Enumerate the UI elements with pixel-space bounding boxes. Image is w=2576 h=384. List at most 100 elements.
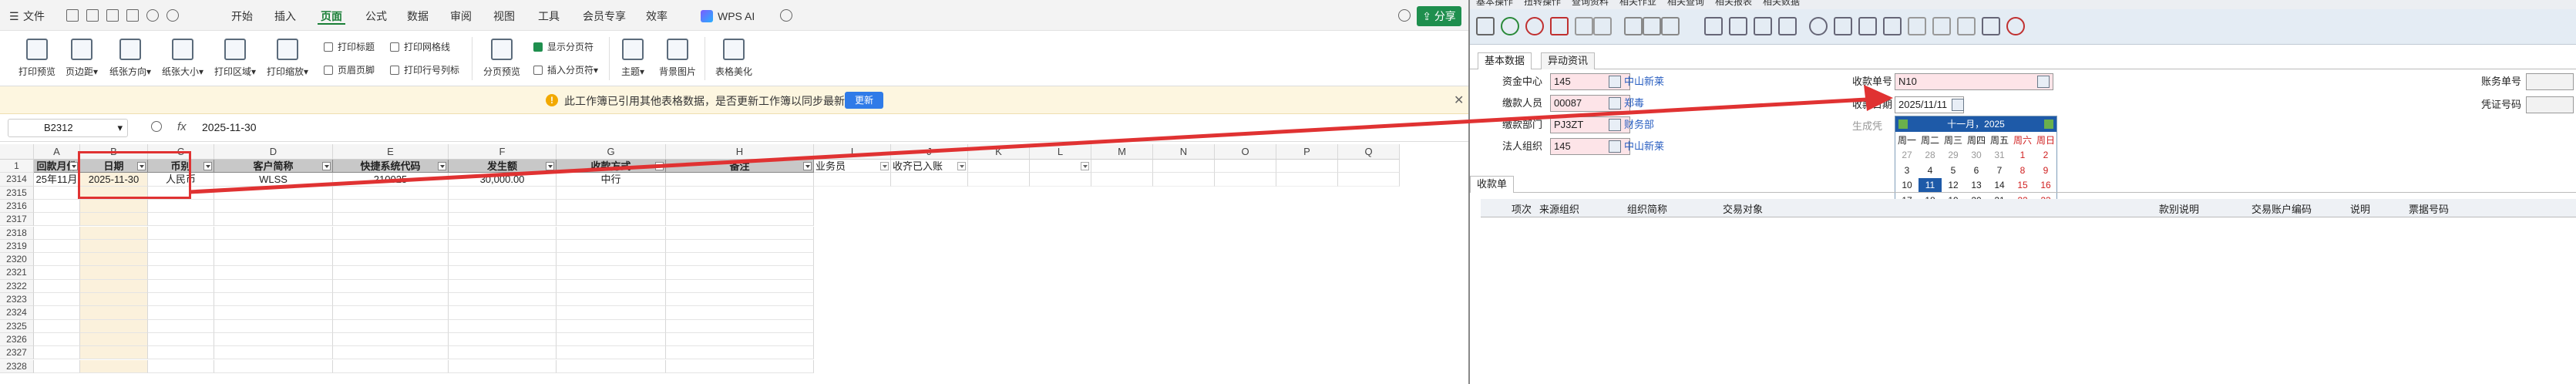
menu-tab[interactable]: 会员专享 <box>580 8 629 25</box>
row-header[interactable]: 2320 <box>0 253 34 267</box>
column-header[interactable]: H <box>666 144 814 160</box>
table-cell[interactable] <box>34 293 80 307</box>
pen-icon[interactable] <box>1575 17 1593 35</box>
delete-icon[interactable] <box>1550 17 1569 35</box>
legal-org-lookup-icon[interactable] <box>1609 140 1621 153</box>
column-header[interactable]: A <box>34 144 80 160</box>
filter-dropdown-icon[interactable] <box>546 162 554 170</box>
table-cell[interactable] <box>34 186 80 200</box>
confirm-icon[interactable] <box>1501 17 1519 35</box>
table-cell[interactable] <box>1338 173 1400 187</box>
erp-menu-item[interactable]: 查询资料 <box>1572 0 1609 6</box>
column-header[interactable]: 款别说明 <box>2159 201 2199 216</box>
column-header[interactable]: I <box>814 144 891 160</box>
export-icon[interactable] <box>1729 17 1747 35</box>
zoom-icon[interactable] <box>151 121 162 132</box>
row-header[interactable]: 2324 <box>0 306 34 320</box>
column-header[interactable]: 组织简称 <box>1627 201 1667 216</box>
filter-dropdown-icon[interactable] <box>880 162 889 170</box>
table-cell[interactable] <box>333 279 449 293</box>
table-cell[interactable] <box>449 332 557 347</box>
table-cell[interactable] <box>34 319 80 333</box>
column-header[interactable]: N <box>1153 144 1215 160</box>
file-menu[interactable]: 文件 <box>20 8 48 25</box>
column-header[interactable]: 来源组织 <box>1539 201 1579 216</box>
calendar-icon[interactable] <box>1952 99 1964 111</box>
filter-dropdown-icon[interactable] <box>957 162 966 170</box>
header-cell[interactable]: 快捷系统代码 <box>333 160 449 173</box>
table-cell[interactable] <box>449 266 557 280</box>
table-cell[interactable]: 210025 <box>333 173 449 187</box>
table-cell[interactable] <box>1153 173 1215 187</box>
column-header[interactable]: G <box>557 144 666 160</box>
erp-menu-item[interactable]: 扭转操作 <box>1524 0 1561 6</box>
column-header[interactable]: 交易账户编码 <box>2251 201 2312 216</box>
filter-dropdown-icon[interactable] <box>69 162 78 170</box>
header-cell[interactable] <box>1091 160 1153 173</box>
table-cell[interactable] <box>557 239 666 254</box>
table-cell[interactable]: 30,000.00 <box>449 173 557 187</box>
table-cell[interactable] <box>666 346 814 360</box>
table-cell[interactable] <box>557 279 666 293</box>
table-cell[interactable] <box>666 173 814 187</box>
table-cell[interactable] <box>34 306 80 320</box>
help-icon[interactable] <box>2006 17 2025 35</box>
table-cell[interactable] <box>557 332 666 347</box>
menu-tab[interactable]: 插入 <box>271 8 299 25</box>
calendar-day[interactable]: 2 <box>2034 148 2057 163</box>
table-cell[interactable] <box>148 346 214 360</box>
erp-menu-item[interactable]: 相关报表 <box>1715 0 1752 6</box>
formula-value[interactable]: 2025-11-30 <box>202 121 257 133</box>
menu-tab[interactable]: 审阅 <box>447 8 475 25</box>
table-cell[interactable] <box>666 239 814 254</box>
move-icon[interactable] <box>1932 17 1951 35</box>
table-cell[interactable] <box>666 279 814 293</box>
table-cell[interactable] <box>333 293 449 307</box>
table-cell[interactable] <box>80 359 148 373</box>
table-cell[interactable] <box>214 199 333 214</box>
table-cell[interactable] <box>148 319 214 333</box>
update-button[interactable]: 更新 <box>845 92 883 109</box>
table-cell[interactable] <box>449 199 557 214</box>
filter-dropdown-icon[interactable] <box>1081 162 1089 170</box>
table-cell[interactable] <box>148 293 214 307</box>
calendar-day[interactable]: 27 <box>1895 148 1919 163</box>
sort-icon[interactable] <box>1883 17 1902 35</box>
table-cell[interactable] <box>666 253 814 267</box>
table-cell[interactable] <box>333 186 449 200</box>
table-cell[interactable] <box>666 226 814 240</box>
voucher-no-input[interactable] <box>2526 96 2574 113</box>
table-cell[interactable] <box>34 253 80 267</box>
table-cell[interactable] <box>557 186 666 200</box>
table-cell[interactable] <box>333 226 449 240</box>
table-cell[interactable] <box>1091 173 1153 187</box>
table-cell[interactable] <box>34 226 80 240</box>
calendar-day[interactable]: 1 <box>2011 148 2034 163</box>
print-scale-button[interactable]: 打印缩放▾ <box>264 39 311 78</box>
table-cell[interactable] <box>333 346 449 360</box>
table-cell[interactable] <box>449 186 557 200</box>
table-cell[interactable] <box>80 213 148 227</box>
column-header[interactable]: J <box>891 144 968 160</box>
filter-dropdown-icon[interactable] <box>438 162 446 170</box>
menu-tab[interactable]: 效率 <box>643 8 671 25</box>
table-cell[interactable] <box>214 226 333 240</box>
row-header[interactable]: 2327 <box>0 346 34 360</box>
table-cell[interactable] <box>449 359 557 373</box>
header-cell[interactable]: 收款方式 <box>557 160 666 173</box>
receipt-table-body[interactable] <box>1481 217 2576 384</box>
select-all-corner[interactable] <box>0 144 34 160</box>
table-cell[interactable] <box>214 319 333 333</box>
column-header[interactable]: 说明 <box>2350 201 2370 216</box>
table-cell[interactable] <box>333 199 449 214</box>
calendar-day[interactable]: 28 <box>1919 148 1942 163</box>
row-header[interactable]: 2317 <box>0 213 34 227</box>
column-header[interactable]: 项次 <box>1512 201 1532 216</box>
table-cell[interactable] <box>557 319 666 333</box>
row-header[interactable]: 2318 <box>0 226 34 240</box>
table-cell[interactable] <box>333 359 449 373</box>
table-cell[interactable] <box>333 239 449 254</box>
edit-icon[interactable] <box>1476 17 1495 35</box>
print-gridlines-checkbox[interactable]: 打印网格线 <box>388 40 450 54</box>
table-cell[interactable] <box>34 213 80 227</box>
